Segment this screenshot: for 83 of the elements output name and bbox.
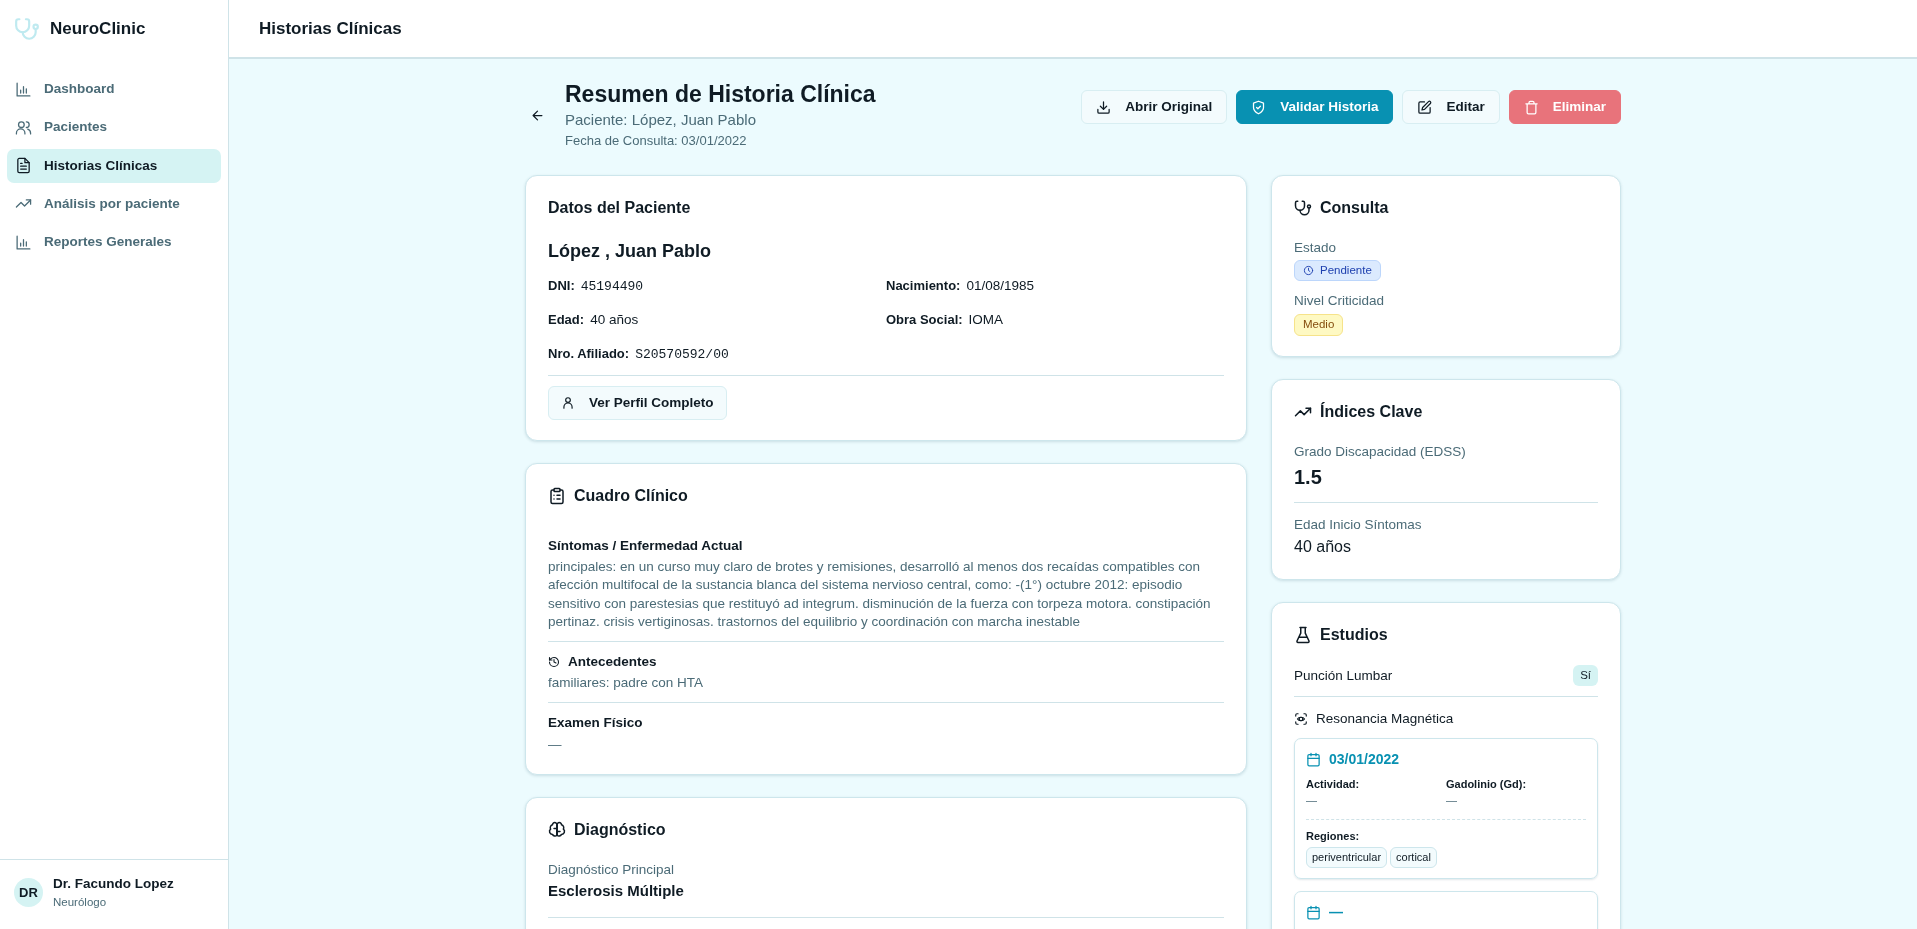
scan-field-value: —	[1446, 793, 1458, 809]
field-value: S20570592/00	[635, 346, 729, 362]
scan-date: 03/01/2022	[1329, 749, 1400, 769]
field-value: IOMA	[968, 311, 1004, 327]
back-arrow-icon	[529, 107, 545, 123]
trash-icon	[1523, 99, 1539, 115]
card-title: Estudios	[1320, 625, 1388, 646]
diagnosis-value: Esclerosis Múltiple	[548, 881, 685, 902]
action-button[interactable]: Eliminar	[1508, 90, 1621, 125]
profile-button[interactable]: Ver Perfil Completo	[548, 385, 727, 420]
section-title: Síntomas / Enfermedad Actual	[548, 536, 743, 555]
lumbar-value: Sí	[1573, 665, 1598, 687]
user-role: Neurólogo	[53, 894, 108, 910]
sidebar-item[interactable]: Dashboard	[7, 72, 221, 107]
mri-title: Resonancia Magnética	[1316, 710, 1454, 729]
stethoscope-icon	[1294, 198, 1312, 217]
card-title: Consulta	[1320, 197, 1389, 218]
status-badge: Pendiente	[1294, 259, 1381, 282]
action-button[interactable]: Abrir Original	[1081, 90, 1228, 125]
field-value: 01/08/1985	[966, 277, 1034, 293]
action-button[interactable]: Validar Historia	[1236, 90, 1394, 125]
user-name: Dr. Facundo Lopez	[53, 874, 174, 893]
card-title: Diagnóstico	[574, 819, 666, 840]
field-label: Nro. Afiliado:	[548, 345, 630, 361]
section-title: Antecedentes	[568, 652, 657, 671]
clipboard-icon	[548, 486, 566, 505]
sidebar-item[interactable]: Pacientes	[7, 110, 221, 145]
scan-field-label: Actividad:	[1306, 776, 1361, 792]
criticality-label: Nivel Criticidad	[1294, 292, 1386, 311]
clock-icon	[1303, 264, 1314, 276]
index-label: Grado Discapacidad (EDSS)	[1294, 442, 1467, 461]
card-title: Cuadro Clínico	[574, 485, 688, 506]
page-title: Historias Clínicas	[259, 17, 402, 40]
patient-name: López , Juan Pablo	[548, 239, 713, 263]
scan-icon	[1294, 712, 1308, 727]
user-icon	[561, 395, 575, 410]
scan-field-value: —	[1306, 793, 1318, 809]
region-tag: periventricular	[1306, 847, 1388, 868]
document-icon	[15, 157, 32, 175]
section-text: —	[548, 735, 563, 754]
calendar-icon	[1306, 905, 1321, 921]
section-text: principales: en un curso muy claro de brotes y remisiones, desarrolló al menos dos recaídas compatibles con afección multifocal de la sustancia blanca del sistema nervioso central, como: -(1°) octubre 2012: episodio sensitivo con parestesias que restituyó ad integrum. disminución de la fuerza con torpeza motora. constipación pertinaz. crisis vertiginosas. trastornos del equilibrio y coordinación con marcha inestable	[548, 558, 1212, 631]
consultation-date: Fecha de Consulta: 03/01/2022	[565, 132, 748, 151]
sidebar-item[interactable]: Análisis por paciente	[7, 186, 221, 221]
card-title: Datos del Paciente	[548, 197, 691, 218]
index-value: 40 años	[1294, 537, 1352, 558]
flask-icon	[1294, 626, 1312, 645]
scan-date: —	[1329, 903, 1343, 923]
sidebar-item[interactable]: Reportes Generales	[7, 225, 221, 260]
user-avatar: DR	[14, 877, 43, 907]
action-button[interactable]: Editar	[1402, 90, 1500, 125]
diagnosis-label: Diagnóstico Principal	[548, 860, 676, 879]
field-label: Edad:	[548, 311, 585, 327]
bar-chart-icon	[15, 80, 32, 98]
users-icon	[15, 118, 32, 136]
field-label: DNI:	[548, 277, 575, 293]
index-label: Edad Inicio Síntomas	[1294, 515, 1423, 534]
brain-icon	[548, 820, 566, 839]
card-title: Índices Clave	[1320, 401, 1423, 422]
sidebar-item[interactable]: Historias Clínicas	[7, 148, 221, 183]
field-label: Obra Social:	[886, 311, 963, 327]
regions-label: Regiones:	[1306, 828, 1361, 844]
summary-title: Resumen de Historia Clínica	[565, 81, 876, 109]
lumbar-label: Punción Lumbar	[1294, 666, 1393, 685]
status-label: Estado	[1294, 238, 1338, 257]
field-value: 40 años	[590, 311, 639, 327]
stethoscope-icon	[14, 16, 40, 42]
section-text: familiares: padre con HTA	[548, 674, 705, 693]
history-icon	[548, 656, 560, 669]
edit-icon	[1417, 99, 1433, 115]
field-value: 45194490	[580, 278, 644, 294]
section-title: Examen Físico	[548, 714, 643, 733]
app-name: NeuroClinic	[50, 18, 146, 41]
criticality-badge: Medio	[1294, 314, 1344, 336]
bar-chart-icon	[15, 233, 32, 251]
field-label: Nacimiento:	[886, 277, 961, 293]
region-tag: cortical	[1390, 847, 1437, 868]
download-icon	[1096, 99, 1112, 115]
shield-icon	[1251, 99, 1267, 115]
patient-subtitle: Paciente: López, Juan Pablo	[565, 109, 757, 130]
index-value: 1.5	[1294, 464, 1323, 490]
scan-field-label: Gadolinio (Gd):	[1446, 776, 1528, 792]
calendar-icon	[1306, 751, 1321, 767]
